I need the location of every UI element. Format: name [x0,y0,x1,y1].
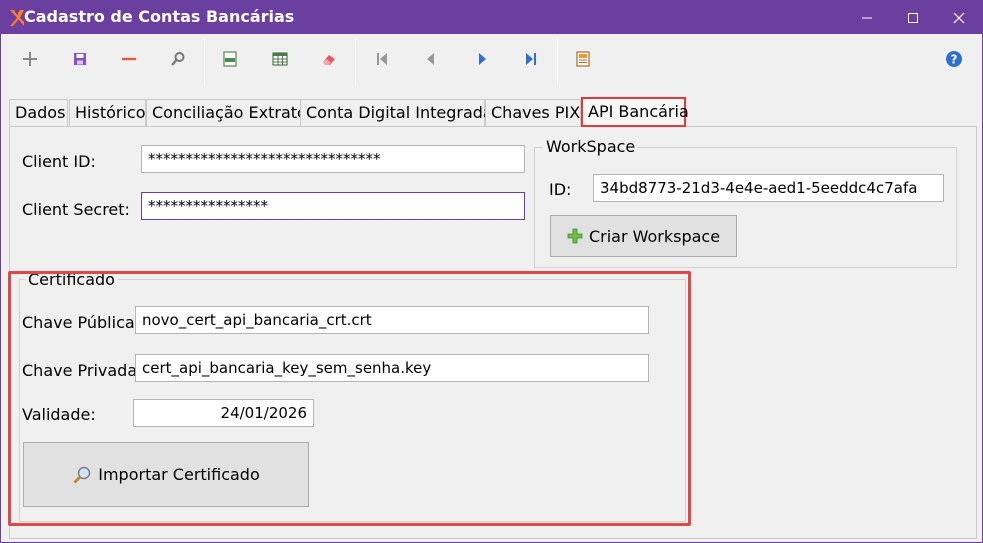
close-icon [953,12,965,23]
tab-dados[interactable]: Dados [9,99,68,126]
toolbar: ? [1,34,982,90]
toolbar-separator [204,39,205,85]
workspace-group-title: WorkSpace [543,137,639,156]
search-button[interactable] [163,44,193,74]
previous-record-button[interactable] [416,44,446,74]
next-record-button[interactable] [467,44,497,74]
add-button[interactable] [15,44,45,74]
create-workspace-button[interactable]: Criar Workspace [550,215,737,257]
save-button[interactable] [65,44,95,74]
client-secret-label: Client Secret: [22,200,130,219]
delete-icon [122,57,136,61]
tab-conciliacao-extrato[interactable]: Conciliação Extrato [146,99,307,126]
grid-button[interactable] [265,44,295,74]
first-record-icon [377,53,387,65]
create-workspace-label: Criar Workspace [588,226,721,246]
toolbar-separator [355,39,356,85]
last-record-icon [526,53,536,65]
export-txt-button[interactable] [215,44,245,74]
client-id-field[interactable]: ******************************* [141,145,525,173]
minimize-icon [862,17,872,18]
certificate-highlight [8,271,691,526]
tab-strip: Dados Histórico Conciliação Extrato Cont… [1,97,982,127]
delete-button[interactable] [114,44,144,74]
tab-chaves-pix[interactable]: Chaves PIX [485,99,581,126]
eraser-button[interactable] [314,44,344,74]
app-window: Cadastro de Contas Bancárias ? Dados His… [0,0,983,543]
maximize-icon [908,12,918,23]
window-title: Cadastro de Contas Bancárias [24,7,295,26]
client-id-label: Client ID: [22,152,96,171]
svg-text:?: ? [951,53,958,67]
eraser-icon [323,55,335,65]
first-record-button[interactable] [367,44,397,74]
workspace-id-label: ID: [549,180,572,199]
previous-record-icon [427,53,434,65]
client-secret-field[interactable]: **************** [141,192,525,220]
tab-conta-digital-integrada[interactable]: Conta Digital Integrada [300,99,493,126]
export-txt-icon [223,51,237,67]
report-button[interactable] [568,44,598,74]
add-icon [567,228,583,244]
minimize-button[interactable] [844,1,890,34]
save-icon [74,53,86,65]
report-icon [576,51,590,67]
maximize-button[interactable] [890,1,936,34]
workspace-id-field[interactable]: 34bd8773-21d3-4e4e-aed1-5eeddc4c7afa [593,174,944,202]
next-record-icon [479,53,486,65]
title-bar: Cadastro de Contas Bancárias [1,1,982,34]
toolbar-separator [557,39,558,85]
close-button[interactable] [936,1,982,34]
tab-api-bancaria[interactable]: API Bancária [581,97,689,127]
help-icon: ? [946,51,962,67]
add-icon [23,52,37,66]
grid-icon [272,52,288,66]
help-button[interactable]: ? [939,44,969,74]
tab-historico[interactable]: Histórico [69,99,146,126]
last-record-button[interactable] [516,44,546,74]
search-icon [171,52,185,66]
app-logo-icon [9,9,25,26]
